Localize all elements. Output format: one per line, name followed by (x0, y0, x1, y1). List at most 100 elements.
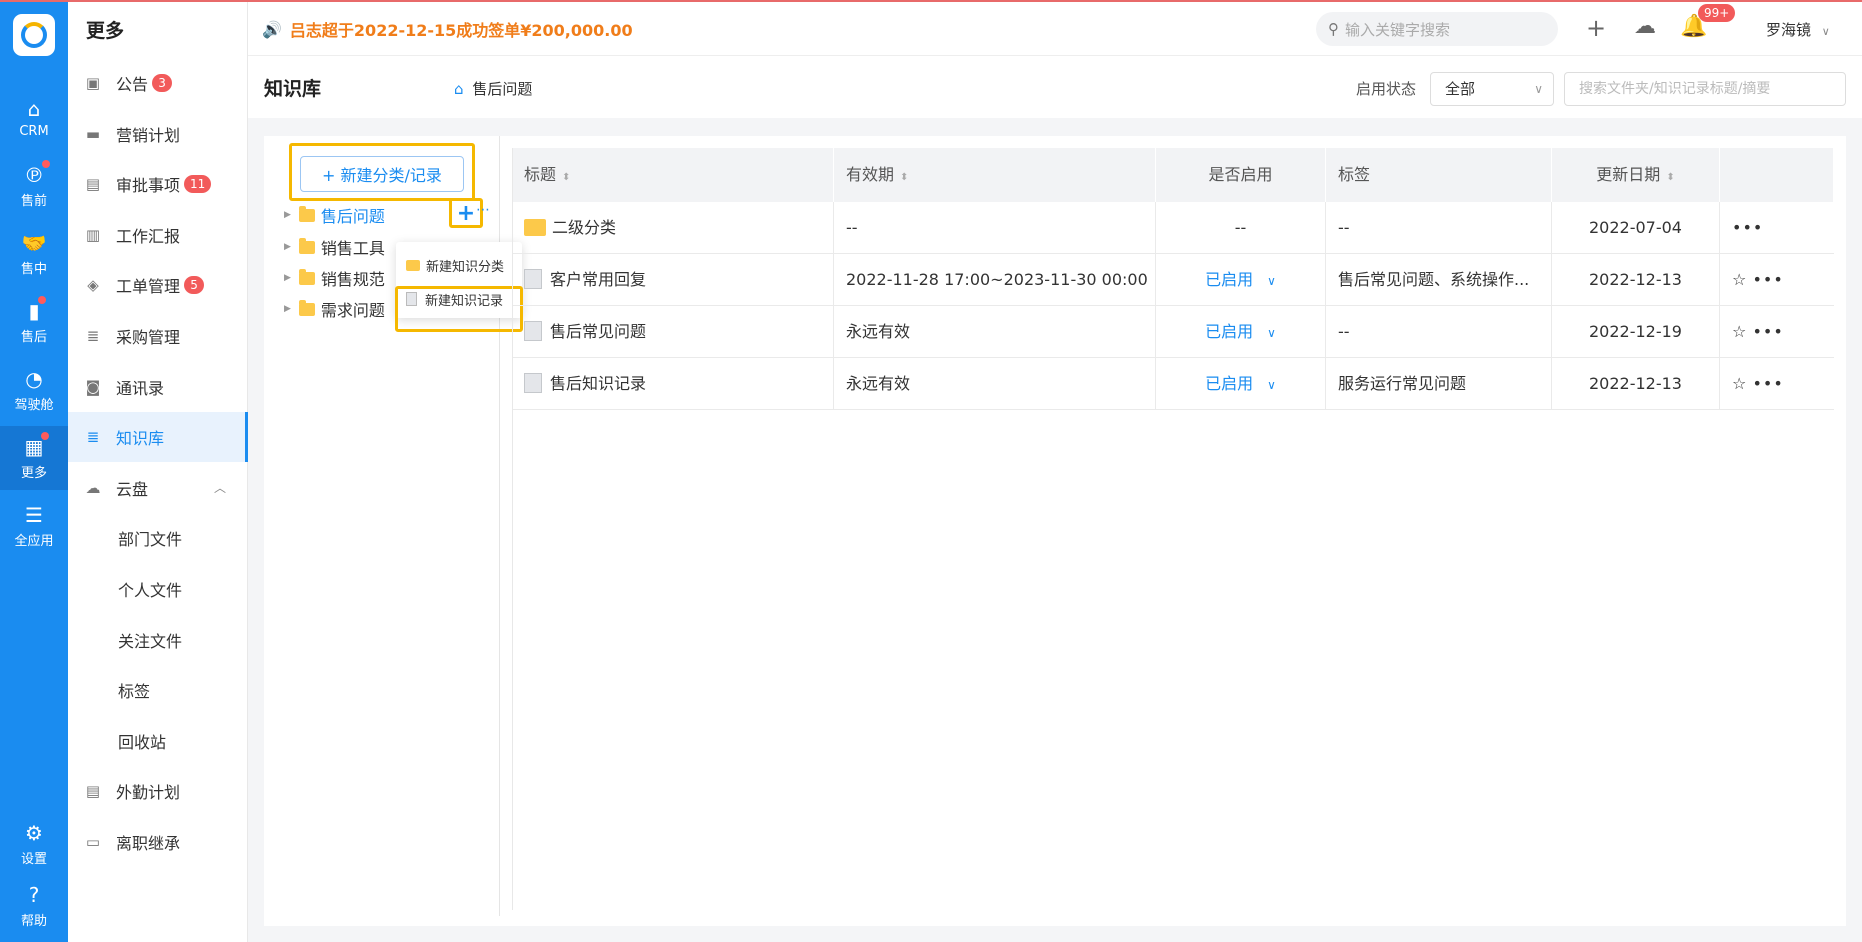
sidebar-subitem-2[interactable]: 关注文件 (68, 615, 248, 665)
sidebar-item-3[interactable]: ▥ 工作汇报 (68, 210, 248, 260)
app-logo[interactable] (13, 14, 55, 56)
enabled-dropdown: -- (1156, 202, 1326, 254)
chevron-down-icon: ∨ (1267, 274, 1276, 288)
column-header-tags: 标签 (1326, 148, 1552, 202)
star-icon[interactable]: ☆ (1732, 322, 1747, 341)
more-icon[interactable]: ••• (1752, 322, 1783, 341)
row-title: 二级分类 (552, 218, 617, 237)
sidebar-item-4[interactable]: ◈ 工单管理 5 (68, 260, 248, 310)
chevron-down-icon: ∨ (1267, 378, 1276, 392)
notification-dot (42, 159, 50, 168)
column-label: 有效期 (846, 165, 895, 184)
more-icon[interactable]: ••• (1752, 374, 1783, 393)
more-icon[interactable]: ••• (1752, 270, 1783, 289)
column-header-title[interactable]: 标题 ⬍ (512, 148, 834, 202)
rail-item-1[interactable]: ℗ 售前 (0, 154, 68, 218)
enabled-dropdown[interactable]: 已启用 ∨ (1156, 306, 1326, 358)
row-validity: 2022-11-28 17:00~2023-11-30 00:00 (846, 270, 1148, 289)
rail-item-help[interactable]: ? 帮助 (0, 874, 68, 938)
chevron-down-icon: ∨ (1267, 326, 1276, 340)
count-badge: 3 (152, 74, 173, 92)
home-icon: ⌂ (27, 96, 41, 121)
table-row[interactable]: 售后常见问题 永远有效 已启用 ∨ -- 2022-12-19 ☆ ••• (512, 306, 1834, 358)
help-icon: ? (28, 882, 40, 907)
rail-item-settings[interactable]: ⚙ 设置 (0, 812, 68, 876)
sidebar-item-label: 外勤计划 (116, 783, 181, 803)
tree-node-label: 销售规范 (320, 270, 385, 289)
star-icon[interactable]: ☆ (1732, 270, 1747, 289)
cell-title[interactable]: 售后知识记录 (512, 358, 834, 410)
new-category-record-button[interactable]: + 新建分类/记录 (300, 156, 464, 192)
sidebar-item-label: 工作汇报 (116, 226, 181, 246)
column-header-enabled: 是否启用 (1156, 148, 1326, 202)
menu-item-new-category[interactable]: 新建知识分类 (406, 252, 504, 278)
table-row[interactable]: 二级分类 -- -- -- 2022-07-04 ••• (512, 202, 1834, 254)
breadcrumb-current: 售后问题 (472, 80, 533, 98)
sidebar-item-bottom-0[interactable]: ▤ 外勤计划 (68, 766, 248, 816)
enabled-dropdown[interactable]: 已启用 ∨ (1156, 358, 1326, 410)
rail-item-4[interactable]: ◔ 驾驶舱 (0, 358, 68, 422)
tree-node[interactable]: ▶ 需求问题 (284, 296, 385, 322)
cell-title[interactable]: 客户常用回复 (512, 254, 834, 306)
star-icon[interactable]: ☆ (1732, 374, 1747, 393)
caret-right-icon[interactable]: ▶ (284, 273, 291, 283)
sidebar: 更多 ▣ 公告 3 ▬ 营销计划 ▤ 审批事项 11 ▥ 工作汇报 ◈ 工单管理 5 ≣ 采购管理 ◙ 通讯录 ≣… (68, 0, 248, 942)
menu-item-new-record[interactable]: 新建知识记录 (406, 286, 503, 312)
cell-title[interactable]: 二级分类 (512, 202, 834, 254)
top-header: 🔊 吕志超于2022-12-15成功签单¥200,000.00 ⚲ 输入关键字搜… (248, 2, 1862, 56)
sidebar-item-label: 关注文件 (118, 631, 183, 651)
table-row[interactable]: 客户常用回复 2022-11-28 17:00~2023-11-30 00:00 已… (512, 254, 1834, 306)
more-icon[interactable]: ••• (1732, 218, 1763, 237)
sidebar-item-8[interactable]: ☁ 云盘 ︿ (68, 463, 248, 513)
sidebar-item-7[interactable]: ≣ 知识库 (68, 412, 248, 463)
cloud-download-icon[interactable]: ☁ (1634, 14, 1656, 39)
search-placeholder: 输入关键字搜索 (1345, 20, 1451, 39)
rail-item-2[interactable]: 🤝 售中 (0, 222, 68, 286)
cell-tags: -- (1326, 202, 1552, 254)
sidebar-item-label: 营销计划 (116, 125, 181, 145)
column-header-date[interactable]: 更新日期 ⬍ (1552, 148, 1720, 202)
caret-right-icon[interactable]: ▶ (284, 304, 291, 314)
sidebar-subitem-3[interactable]: 标签 (68, 665, 248, 715)
tree-node[interactable]: ▶ 销售工具 (284, 234, 385, 260)
sidebar-item-bottom-1[interactable]: ▭ 离职继承 (68, 817, 248, 867)
status-filter-select[interactable]: 全部 ∨ (1430, 72, 1554, 106)
cell-actions: ☆ ••• (1720, 254, 1834, 306)
enabled-dropdown[interactable]: 已启用 ∨ (1156, 254, 1326, 306)
notification-badge: 99+ (1698, 4, 1736, 22)
cell-title[interactable]: 售后常见问题 (512, 306, 834, 358)
add-popup-menu: 新建知识分类 新建知识记录 (396, 242, 522, 318)
column-header-validity[interactable]: 有效期 ⬍ (834, 148, 1156, 202)
notification-dot (37, 295, 46, 304)
breadcrumb[interactable]: ⌂ 售后问题 (454, 78, 532, 99)
tree-node[interactable]: ▶ 售后问题 (284, 202, 385, 228)
add-icon[interactable]: + (1586, 14, 1606, 42)
announcement-ticker[interactable]: 🔊 吕志超于2022-12-15成功签单¥200,000.00 (262, 17, 633, 41)
count-badge: 11 (184, 175, 212, 194)
sidebar-item-6[interactable]: ◙ 通讯录 (68, 362, 248, 412)
rail-item-6[interactable]: ☰ 全应用 (0, 494, 68, 558)
sidebar-item-0[interactable]: ▣ 公告 3 (68, 58, 248, 108)
global-search-input[interactable]: ⚲ 输入关键字搜索 (1316, 12, 1558, 46)
user-name: 罗海镜 (1766, 21, 1812, 39)
cell-tags: 服务运行常见问题 (1326, 358, 1552, 410)
chevron-up-icon[interactable]: ︿ (214, 479, 226, 496)
table-row[interactable]: 售后知识记录 永远有效 已启用 ∨ 服务运行常见问题 2022-12-13 ☆ ••• (512, 358, 1834, 410)
caret-right-icon[interactable]: ▶ (284, 242, 291, 252)
knowledge-search-input[interactable]: 搜索文件夹/知识记录标题/摘要 (1564, 72, 1846, 106)
rail-item-5[interactable]: ▦ 更多 (0, 426, 68, 490)
rail-item-label: 售中 (20, 261, 47, 277)
rail-item-3[interactable]: ▮ 售后 (0, 290, 68, 354)
more-icon[interactable]: ⋯ (476, 202, 490, 218)
tree-node[interactable]: ▶ 销售规范 (284, 265, 385, 291)
sidebar-subitem-0[interactable]: 部门文件 (68, 513, 248, 563)
sidebar-item-1[interactable]: ▬ 营销计划 (68, 109, 248, 159)
sidebar-item-2[interactable]: ▤ 审批事项 11 (68, 159, 248, 209)
caret-right-icon[interactable]: ▶ (284, 210, 291, 220)
user-menu[interactable]: 罗海镜 ∨ (1766, 19, 1830, 40)
sidebar-subitem-1[interactable]: 个人文件 (68, 564, 248, 614)
page-titlebar: 知识库 ⌂ 售后问题 启用状态 全部 ∨ 搜索文件夹/知识记录标题/摘要 (248, 56, 1862, 118)
rail-item-0[interactable]: ⌂ CRM (0, 86, 68, 150)
sidebar-item-5[interactable]: ≣ 采购管理 (68, 311, 248, 361)
sidebar-subitem-4[interactable]: 回收站 (68, 716, 248, 766)
